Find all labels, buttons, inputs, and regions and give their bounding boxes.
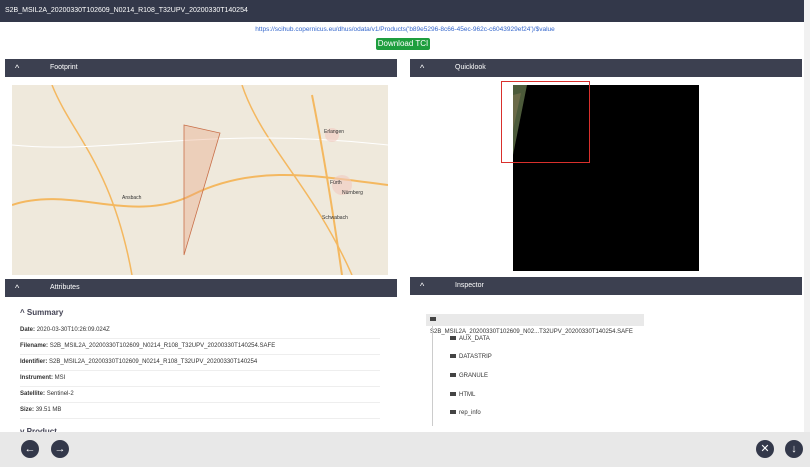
chevron-up-icon: ^ [420,281,425,291]
quicklook-selection-box[interactable] [501,81,590,163]
product-link[interactable]: https://scihub.copernicus.eu/dhus/odata/… [0,26,810,33]
arrow-left-icon: ← [24,443,36,455]
folder-icon [450,354,456,359]
folder-icon [450,373,456,378]
back-button[interactable]: ← [21,440,39,458]
window-title-bar: S2B_MSIL2A_20200330T102609_N0214_R108_T3… [0,0,810,22]
size-row: Size: 39.51 MB [20,403,380,419]
instrument-row: Instrument: MSI [20,371,380,387]
date-row: Date: 2020-03-30T10:26:09.024Z [20,323,380,339]
quicklook-title: Quicklook [455,64,486,71]
inspector-title: Inspector [455,282,484,289]
chevron-up-icon: ^ [420,63,425,73]
map-label-ansbach: Ansbach [122,195,142,201]
scrollbar[interactable] [804,0,810,467]
arrow-right-icon: → [54,443,66,455]
tree-item[interactable]: HTML [450,389,475,401]
forward-button[interactable]: → [51,440,69,458]
window-title: S2B_MSIL2A_20200330T102609_N0214_R108_T3… [5,7,248,14]
folder-icon [450,392,456,397]
download-button[interactable]: ↓ [785,440,803,458]
inspector-panel-header[interactable]: ^ Inspector [410,277,802,295]
folder-icon [450,410,456,415]
tree-item[interactable]: DATASTRIP [450,351,492,363]
bottom-toolbar: ← → ✕ ↓ [0,432,810,467]
map-label-fuerth: Fürth [330,180,342,186]
chevron-up-icon: ^ [15,283,20,293]
tree-root[interactable]: S2B_MSIL2A_20200330T102609_N02...T32UPV_… [426,314,644,335]
map-label-nuernberg: Nürnberg [342,190,363,196]
tree-item[interactable]: AUX_DATA [450,333,490,345]
map-label-erlangen: Erlangen [324,129,345,135]
identifier-row: Identifier: S2B_MSIL2A_20200330T102609_N… [20,355,380,371]
folder-open-icon [430,317,436,322]
attributes-title: Attributes [50,284,80,291]
close-icon: ✕ [760,443,770,455]
footprint-map[interactable]: Erlangen Fürth Nürnberg Schwabach Ansbac… [12,85,388,275]
footprint-panel-header[interactable]: ^ Footprint [5,59,397,77]
summary-section: ^ Summary Date: 2020-03-30T10:26:09.024Z… [12,300,390,436]
close-button[interactable]: ✕ [756,440,774,458]
tree-item[interactable]: GRANULE [450,370,488,382]
inspector-tree: S2B_MSIL2A_20200330T102609_N02...T32UPV_… [418,300,798,428]
tree-guide-line [432,326,433,426]
filename-row: Filename: S2B_MSIL2A_20200330T102609_N02… [20,339,380,355]
download-icon: ↓ [791,443,797,455]
tree-item[interactable]: rep_info [450,407,481,419]
summary-heading[interactable]: ^ Summary [20,308,390,317]
download-tci-button[interactable]: Download TCI [376,38,430,50]
satellite-row: Satellite: Sentinel-2 [20,387,380,403]
chevron-up-icon: ^ [15,63,20,73]
file-icon [450,336,456,341]
map-label-schwabach: Schwabach [322,215,348,221]
attributes-panel-header[interactable]: ^ Attributes [5,279,397,297]
quicklook-panel-header[interactable]: ^ Quicklook [410,59,802,77]
footprint-title: Footprint [50,64,78,71]
